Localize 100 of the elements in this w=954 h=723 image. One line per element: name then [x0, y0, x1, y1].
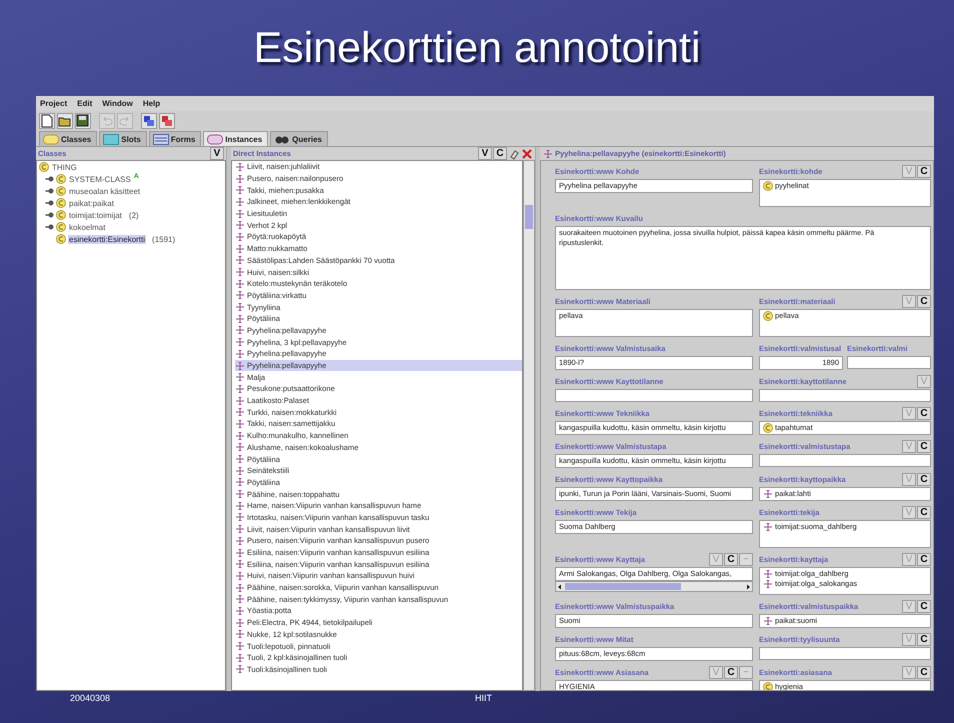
instance-icon	[235, 559, 245, 570]
instance-icon	[235, 500, 245, 511]
tab[interactable]: Slots	[99, 131, 147, 146]
instance-count: (1591)	[152, 234, 176, 244]
input-field[interactable]	[759, 454, 931, 467]
instance-icon	[235, 185, 245, 196]
slot-button[interactable]: C	[917, 633, 931, 646]
tree-handle-icon[interactable]	[45, 199, 54, 207]
instance-icon	[235, 290, 245, 300]
tab[interactable]: Instances	[203, 131, 268, 146]
tree-handle-icon[interactable]	[45, 187, 54, 195]
tree-item[interactable]: kokoelmat	[68, 222, 106, 232]
instance-icon	[763, 522, 773, 532]
tree-item[interactable]: paikat:paikat	[68, 198, 115, 208]
tree-item[interactable]: esinekortti:Esinekortti	[68, 234, 146, 244]
menu-item[interactable]: Window	[102, 98, 133, 109]
scroll-right-icon[interactable]	[745, 584, 751, 590]
slot-button[interactable]: C	[917, 407, 931, 420]
tab[interactable]: Queries	[270, 131, 328, 146]
tree-handle-icon[interactable]	[45, 175, 54, 183]
instance-icon	[235, 477, 245, 488]
slot-button[interactable]: V	[478, 147, 492, 160]
tree-item[interactable]: THING	[51, 162, 78, 172]
instance-icon	[235, 174, 245, 184]
class-icon	[763, 423, 773, 433]
menu-item[interactable]: Edit	[77, 98, 92, 109]
tree-handle-icon[interactable]	[45, 211, 54, 219]
instance-icon	[235, 208, 245, 219]
instance-icon	[235, 196, 245, 207]
vertical-scrollbar[interactable]	[523, 160, 535, 691]
instance-icon	[763, 579, 773, 589]
delete-icon[interactable]	[521, 148, 533, 160]
instance-icon	[235, 407, 245, 418]
tab[interactable]: Classes	[39, 131, 98, 146]
slot-button[interactable]: C	[917, 600, 931, 613]
class-icon	[56, 174, 66, 184]
class-icon	[56, 210, 66, 220]
instance-icon	[763, 616, 773, 626]
tree-item[interactable]: SYSTEM-CLASS	[68, 174, 132, 184]
slot-button[interactable]: C	[917, 666, 931, 679]
instance-icon	[235, 664, 245, 674]
tab[interactable]: Forms	[148, 131, 202, 146]
instance-icon	[235, 232, 245, 242]
slot-button[interactable]: V	[210, 147, 224, 160]
slot-button[interactable]: C	[917, 473, 931, 486]
menu-item[interactable]: Help	[142, 98, 160, 109]
instance-icon	[235, 629, 245, 640]
scroll-left-icon[interactable]	[557, 584, 563, 590]
scroll-thumb[interactable]	[525, 205, 533, 229]
tab-icon	[43, 134, 59, 144]
save-icon[interactable]	[76, 114, 90, 128]
tree-item[interactable]: toimijat:toimijat	[68, 210, 123, 220]
instance-icon	[235, 652, 245, 663]
instance-icon	[235, 418, 245, 429]
class-icon	[56, 198, 66, 208]
class-icon	[39, 162, 49, 172]
slot-button[interactable]: C	[917, 506, 931, 519]
class-icon	[763, 181, 773, 191]
instance-icon	[235, 220, 245, 230]
instance-icon	[235, 430, 245, 441]
menu-item[interactable]: Project	[40, 98, 68, 109]
instance-icon	[235, 360, 245, 371]
slot-button[interactable]: C	[724, 553, 738, 566]
input-field[interactable]	[759, 647, 931, 660]
tree-item[interactable]: museoalan käsitteet	[68, 186, 142, 196]
instance-icon	[235, 454, 245, 464]
instance-count: (2)	[128, 210, 139, 220]
instance-icon	[235, 372, 245, 382]
slot-button[interactable]: C	[917, 295, 931, 308]
instance-icon	[543, 148, 553, 158]
slot-button[interactable]: C	[917, 553, 931, 566]
slot-button[interactable]: C	[724, 666, 738, 679]
instance-icon	[235, 512, 245, 522]
slot-button[interactable]: C	[917, 440, 931, 453]
class-icon	[763, 682, 773, 690]
input-field[interactable]	[847, 356, 931, 369]
instance-icon	[235, 302, 245, 312]
instance-icon	[235, 244, 245, 254]
input-field[interactable]	[555, 389, 753, 402]
slide-title: Esinekorttien annotointi	[252, 23, 702, 74]
tree-handle-icon[interactable]	[45, 223, 54, 231]
tab-icon	[207, 134, 224, 144]
class-icon	[763, 311, 773, 321]
figure-icon[interactable]	[142, 114, 156, 128]
new-file-icon[interactable]	[40, 114, 54, 128]
figure-icon[interactable]	[160, 114, 174, 128]
slot-button[interactable]: C	[493, 147, 507, 160]
instance-icon	[235, 641, 245, 652]
scroll-thumb[interactable]	[565, 583, 682, 590]
class-icon	[56, 186, 66, 196]
input-field[interactable]	[759, 389, 931, 402]
instance-icon	[235, 594, 245, 604]
horizontal-scrollbar[interactable]	[555, 581, 753, 592]
instance-icon	[235, 278, 245, 289]
tab-icon	[103, 134, 120, 144]
instance-icon	[235, 466, 245, 476]
slot-button[interactable]: C	[917, 165, 931, 178]
instance-icon	[235, 524, 245, 534]
tab-icon	[152, 134, 169, 144]
instance-icon	[235, 442, 245, 452]
